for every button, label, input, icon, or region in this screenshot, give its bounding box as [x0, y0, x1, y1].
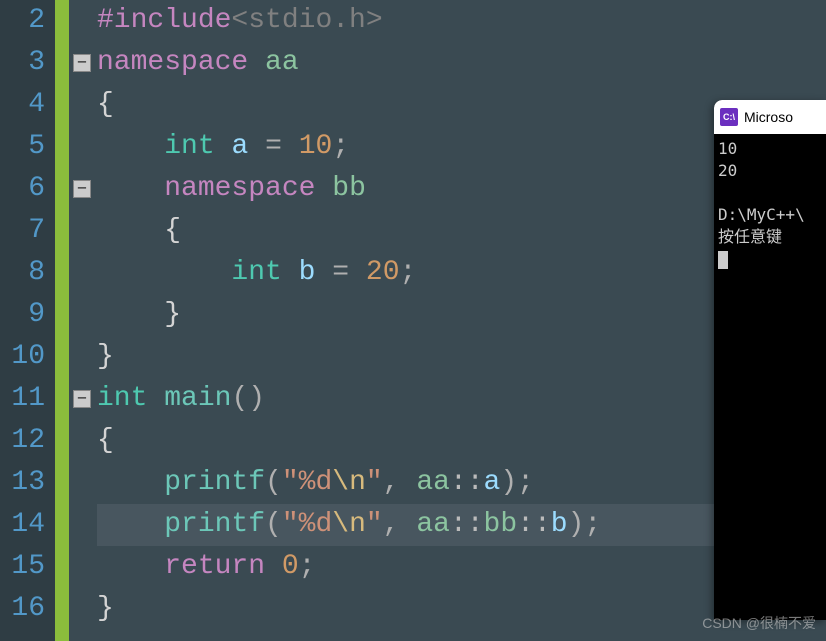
type-int: int — [231, 257, 281, 288]
console-title-text: Microso — [744, 109, 793, 125]
line-number-gutter: 2 3 4 5 6 7 8 9 10 11 12 13 14 15 16 — [0, 0, 55, 641]
console-icon: C:\ — [720, 108, 738, 126]
line-number: 11 — [0, 378, 45, 420]
line-number: 6 — [0, 168, 45, 210]
namespace-ref: bb — [484, 509, 518, 540]
paren-close: ) — [568, 509, 585, 540]
keyword-namespace: namespace — [97, 47, 248, 78]
fold-collapse-icon[interactable]: − — [73, 54, 91, 72]
keyword-return: return — [164, 551, 265, 582]
line-number: 13 — [0, 462, 45, 504]
semicolon: ; — [299, 551, 316, 582]
semicolon: ; — [332, 131, 349, 162]
number-literal: 0 — [282, 551, 299, 582]
string-quote: " — [282, 467, 299, 498]
console-output[interactable]: 10 20 D:\MyC++\ 按任意键 — [714, 134, 826, 274]
namespace-ref: aa — [416, 509, 450, 540]
variable-a: a — [231, 131, 248, 162]
function-main: main — [164, 383, 231, 414]
variable-ref: a — [484, 467, 501, 498]
variable-b: b — [299, 257, 316, 288]
space — [400, 467, 417, 498]
line-number: 14 — [0, 504, 45, 546]
scope-op: :: — [517, 509, 551, 540]
line-number: 9 — [0, 294, 45, 336]
namespace-name: aa — [265, 47, 299, 78]
console-cursor — [718, 251, 728, 269]
space — [400, 509, 417, 540]
brace-close: } — [164, 299, 181, 330]
angle-bracket: > — [366, 5, 383, 36]
watermark-text: CSDN @很楠不爱 — [702, 613, 816, 633]
line-number: 10 — [0, 336, 45, 378]
line-number: 12 — [0, 420, 45, 462]
assign-op: = — [265, 131, 282, 162]
brace-open: { — [97, 89, 114, 120]
line-number: 8 — [0, 252, 45, 294]
change-margin — [55, 0, 69, 641]
string-quote: " — [366, 467, 383, 498]
escape-seq: \n — [332, 467, 366, 498]
namespace-name: bb — [332, 173, 366, 204]
string-quote: " — [366, 509, 383, 540]
variable-ref: b — [551, 509, 568, 540]
comma: , — [383, 509, 400, 540]
assign-op: = — [332, 257, 349, 288]
fold-collapse-icon[interactable]: − — [73, 390, 91, 408]
line-number: 7 — [0, 210, 45, 252]
semicolon: ; — [517, 467, 534, 498]
line-number: 4 — [0, 84, 45, 126]
parentheses: () — [231, 383, 265, 414]
fold-column: − − − — [69, 0, 97, 641]
number-literal: 10 — [299, 131, 333, 162]
type-int: int — [97, 383, 147, 414]
console-path: D:\MyC++\ — [718, 204, 822, 226]
code-editor: 2 3 4 5 6 7 8 9 10 11 12 13 14 15 16 − −… — [0, 0, 826, 641]
fold-collapse-icon[interactable]: − — [73, 180, 91, 198]
line-number: 5 — [0, 126, 45, 168]
line-number: 2 — [0, 0, 45, 42]
line-number: 3 — [0, 42, 45, 84]
console-titlebar[interactable]: C:\ Microso — [714, 100, 826, 134]
semicolon: ; — [584, 509, 601, 540]
comma: , — [383, 467, 400, 498]
brace-open: { — [97, 425, 114, 456]
paren-open: ( — [265, 467, 282, 498]
console-window[interactable]: C:\ Microso 10 20 D:\MyC++\ 按任意键 — [714, 100, 826, 620]
function-printf: printf — [164, 467, 265, 498]
keyword-namespace: namespace — [164, 173, 315, 204]
escape-seq: \n — [332, 509, 366, 540]
brace-open: { — [164, 215, 181, 246]
scope-op: :: — [450, 467, 484, 498]
format-spec: %d — [299, 467, 333, 498]
brace-close: } — [97, 593, 114, 624]
header-name: stdio.h — [248, 5, 366, 36]
code-line: #include<stdio.h> — [97, 0, 826, 42]
number-literal: 20 — [366, 257, 400, 288]
code-line: namespace aa — [97, 42, 826, 84]
string-quote: " — [282, 509, 299, 540]
console-prompt: 按任意键 — [718, 226, 822, 248]
console-line: 10 — [718, 138, 822, 160]
line-number: 16 — [0, 588, 45, 630]
function-printf: printf — [164, 509, 265, 540]
angle-bracket: < — [231, 5, 248, 36]
brace-close: } — [97, 341, 114, 372]
format-spec: %d — [299, 509, 333, 540]
paren-open: ( — [265, 509, 282, 540]
paren-close: ) — [500, 467, 517, 498]
type-int: int — [164, 131, 214, 162]
semicolon: ; — [400, 257, 417, 288]
preprocessor: #include — [97, 5, 231, 36]
console-blank — [718, 182, 822, 204]
console-line: 20 — [718, 160, 822, 182]
namespace-ref: aa — [416, 467, 450, 498]
scope-op: :: — [450, 509, 484, 540]
line-number: 15 — [0, 546, 45, 588]
